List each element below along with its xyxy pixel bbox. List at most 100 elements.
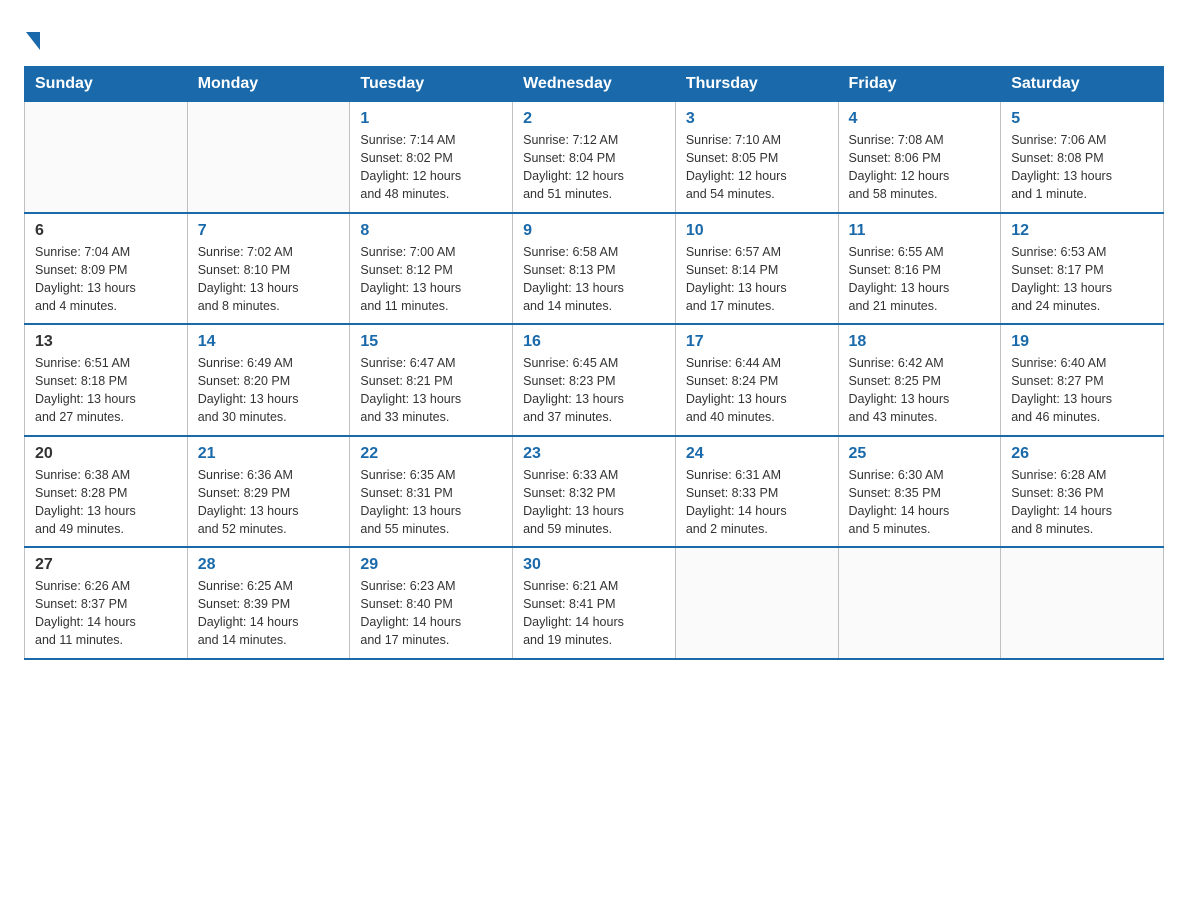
day-of-week-header: Monday [187, 67, 350, 102]
day-info: Sunrise: 6:21 AM Sunset: 8:41 PM Dayligh… [523, 577, 665, 650]
day-info: Sunrise: 6:36 AM Sunset: 8:29 PM Dayligh… [198, 466, 340, 539]
calendar-cell: 25 Sunrise: 6:30 AM Sunset: 8:35 PM Dayli… [838, 436, 1001, 548]
calendar-week-row: 27Sunrise: 6:26 AM Sunset: 8:37 PM Dayli… [25, 547, 1164, 659]
day-number: 11 [849, 222, 991, 240]
calendar-cell: 23 Sunrise: 6:33 AM Sunset: 8:32 PM Dayli… [513, 436, 676, 548]
calendar-cell: 9 Sunrise: 6:58 AM Sunset: 8:13 PM Daylig… [513, 213, 676, 325]
calendar-cell [675, 547, 838, 659]
calendar-cell: 14 Sunrise: 6:49 AM Sunset: 8:20 PM Dayli… [187, 324, 350, 436]
day-info: Sunrise: 6:55 AM Sunset: 8:16 PM Dayligh… [849, 243, 991, 316]
calendar-cell: 28 Sunrise: 6:25 AM Sunset: 8:39 PM Dayli… [187, 547, 350, 659]
day-number: 25 [849, 445, 991, 463]
calendar-cell: 15 Sunrise: 6:47 AM Sunset: 8:21 PM Dayli… [350, 324, 513, 436]
calendar-cell: 10Sunrise: 6:57 AM Sunset: 8:14 PM Dayli… [675, 213, 838, 325]
calendar-cell: 1 Sunrise: 7:14 AM Sunset: 8:02 PM Daylig… [350, 102, 513, 213]
day-number: 23 [523, 445, 665, 463]
day-of-week-header: Friday [838, 67, 1001, 102]
calendar-cell [187, 102, 350, 213]
calendar-cell: 13 Sunrise: 6:51 AM Sunset: 8:18 PM Dayli… [25, 324, 188, 436]
calendar-cell: 19 Sunrise: 6:40 AM Sunset: 8:27 PM Dayli… [1001, 324, 1164, 436]
calendar-cell: 5 Sunrise: 7:06 AM Sunset: 8:08 PM Daylig… [1001, 102, 1164, 213]
day-of-week-header: Thursday [675, 67, 838, 102]
calendar-week-row: 20 Sunrise: 6:38 AM Sunset: 8:28 PM Dayli… [25, 436, 1164, 548]
day-number: 21 [198, 445, 340, 463]
day-number: 29 [360, 556, 502, 574]
day-of-week-header: Tuesday [350, 67, 513, 102]
day-number: 4 [849, 110, 991, 128]
day-info: Sunrise: 6:58 AM Sunset: 8:13 PM Dayligh… [523, 243, 665, 316]
day-number: 8 [360, 222, 502, 240]
day-number: 24 [686, 445, 828, 463]
day-info: Sunrise: 6:25 AM Sunset: 8:39 PM Dayligh… [198, 577, 340, 650]
calendar-cell: 16 Sunrise: 6:45 AM Sunset: 8:23 PM Dayli… [513, 324, 676, 436]
calendar-cell: 22Sunrise: 6:35 AM Sunset: 8:31 PM Dayli… [350, 436, 513, 548]
day-info: Sunrise: 6:28 AM Sunset: 8:36 PM Dayligh… [1011, 466, 1153, 539]
day-info: Sunrise: 6:42 AM Sunset: 8:25 PM Dayligh… [849, 354, 991, 427]
day-info: Sunrise: 7:02 AM Sunset: 8:10 PM Dayligh… [198, 243, 340, 316]
calendar-cell: 7 Sunrise: 7:02 AM Sunset: 8:10 PM Daylig… [187, 213, 350, 325]
calendar-cell: 2Sunrise: 7:12 AM Sunset: 8:04 PM Daylig… [513, 102, 676, 213]
logo-arrow-icon [26, 32, 40, 50]
calendar-cell: 21 Sunrise: 6:36 AM Sunset: 8:29 PM Dayli… [187, 436, 350, 548]
day-of-week-header: Sunday [25, 67, 188, 102]
day-number: 5 [1011, 110, 1153, 128]
day-number: 28 [198, 556, 340, 574]
day-info: Sunrise: 7:04 AM Sunset: 8:09 PM Dayligh… [35, 243, 177, 316]
day-info: Sunrise: 7:00 AM Sunset: 8:12 PM Dayligh… [360, 243, 502, 316]
calendar-cell: 18 Sunrise: 6:42 AM Sunset: 8:25 PM Dayli… [838, 324, 1001, 436]
calendar-week-row: 6 Sunrise: 7:04 AM Sunset: 8:09 PM Daylig… [25, 213, 1164, 325]
calendar-cell: 29 Sunrise: 6:23 AM Sunset: 8:40 PM Dayli… [350, 547, 513, 659]
calendar-cell: 3Sunrise: 7:10 AM Sunset: 8:05 PM Daylig… [675, 102, 838, 213]
day-info: Sunrise: 6:30 AM Sunset: 8:35 PM Dayligh… [849, 466, 991, 539]
day-info: Sunrise: 6:33 AM Sunset: 8:32 PM Dayligh… [523, 466, 665, 539]
day-info: Sunrise: 7:10 AM Sunset: 8:05 PM Dayligh… [686, 131, 828, 204]
calendar-cell: 12 Sunrise: 6:53 AM Sunset: 8:17 PM Dayli… [1001, 213, 1164, 325]
calendar-table: SundayMondayTuesdayWednesdayThursdayFrid… [24, 66, 1164, 660]
calendar-cell: 27Sunrise: 6:26 AM Sunset: 8:37 PM Dayli… [25, 547, 188, 659]
day-number: 9 [523, 222, 665, 240]
day-info: Sunrise: 7:08 AM Sunset: 8:06 PM Dayligh… [849, 131, 991, 204]
day-number: 1 [360, 110, 502, 128]
calendar-cell [1001, 547, 1164, 659]
day-info: Sunrise: 6:57 AM Sunset: 8:14 PM Dayligh… [686, 243, 828, 316]
calendar-week-row: 1 Sunrise: 7:14 AM Sunset: 8:02 PM Daylig… [25, 102, 1164, 213]
day-number: 22 [360, 445, 502, 463]
day-number: 14 [198, 333, 340, 351]
calendar-cell: 24 Sunrise: 6:31 AM Sunset: 8:33 PM Dayli… [675, 436, 838, 548]
day-of-week-header: Saturday [1001, 67, 1164, 102]
day-number: 19 [1011, 333, 1153, 351]
calendar-cell: 11 Sunrise: 6:55 AM Sunset: 8:16 PM Dayli… [838, 213, 1001, 325]
logo [24, 24, 40, 48]
calendar-cell: 30Sunrise: 6:21 AM Sunset: 8:41 PM Dayli… [513, 547, 676, 659]
day-info: Sunrise: 6:23 AM Sunset: 8:40 PM Dayligh… [360, 577, 502, 650]
calendar-cell: 17 Sunrise: 6:44 AM Sunset: 8:24 PM Dayli… [675, 324, 838, 436]
calendar-cell: 6 Sunrise: 7:04 AM Sunset: 8:09 PM Daylig… [25, 213, 188, 325]
day-info: Sunrise: 6:53 AM Sunset: 8:17 PM Dayligh… [1011, 243, 1153, 316]
calendar-cell: 8 Sunrise: 7:00 AM Sunset: 8:12 PM Daylig… [350, 213, 513, 325]
day-info: Sunrise: 6:40 AM Sunset: 8:27 PM Dayligh… [1011, 354, 1153, 427]
day-info: Sunrise: 7:14 AM Sunset: 8:02 PM Dayligh… [360, 131, 502, 204]
day-info: Sunrise: 7:06 AM Sunset: 8:08 PM Dayligh… [1011, 131, 1153, 204]
day-info: Sunrise: 6:31 AM Sunset: 8:33 PM Dayligh… [686, 466, 828, 539]
day-number: 20 [35, 445, 177, 463]
calendar-cell [25, 102, 188, 213]
day-number: 27 [35, 556, 177, 574]
day-number: 17 [686, 333, 828, 351]
day-number: 18 [849, 333, 991, 351]
day-number: 7 [198, 222, 340, 240]
day-number: 15 [360, 333, 502, 351]
day-info: Sunrise: 6:45 AM Sunset: 8:23 PM Dayligh… [523, 354, 665, 427]
day-number: 13 [35, 333, 177, 351]
day-info: Sunrise: 6:44 AM Sunset: 8:24 PM Dayligh… [686, 354, 828, 427]
day-info: Sunrise: 6:38 AM Sunset: 8:28 PM Dayligh… [35, 466, 177, 539]
calendar-week-row: 13 Sunrise: 6:51 AM Sunset: 8:18 PM Dayli… [25, 324, 1164, 436]
day-info: Sunrise: 6:51 AM Sunset: 8:18 PM Dayligh… [35, 354, 177, 427]
calendar-cell [838, 547, 1001, 659]
day-info: Sunrise: 6:47 AM Sunset: 8:21 PM Dayligh… [360, 354, 502, 427]
day-number: 26 [1011, 445, 1153, 463]
day-number: 16 [523, 333, 665, 351]
day-info: Sunrise: 7:12 AM Sunset: 8:04 PM Dayligh… [523, 131, 665, 204]
day-number: 6 [35, 222, 177, 240]
day-number: 12 [1011, 222, 1153, 240]
day-info: Sunrise: 6:49 AM Sunset: 8:20 PM Dayligh… [198, 354, 340, 427]
